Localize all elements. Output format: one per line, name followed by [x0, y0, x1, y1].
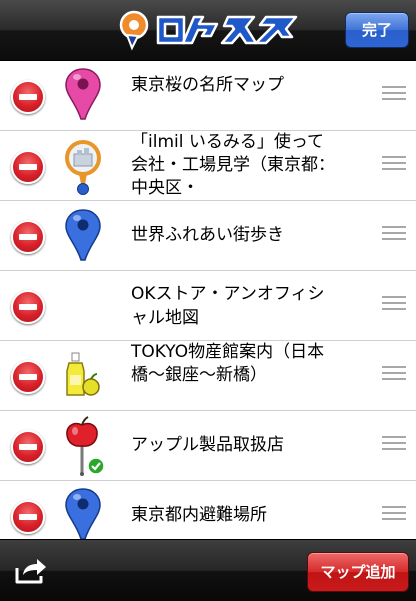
logo-pin-icon: [119, 10, 149, 51]
done-button[interactable]: 完了: [345, 12, 409, 48]
app-logo: [119, 10, 298, 51]
share-icon[interactable]: [14, 557, 48, 585]
map-title: 「ilmil いるみる」使って会社・工場見学（東京都：中央区・: [131, 132, 335, 198]
list-item[interactable]: TOKYO物産館案内（日本橋〜銀座〜新橋）: [0, 341, 416, 411]
bottom-toolbar: マップ追加: [0, 539, 416, 601]
apple-pin-check-icon: [66, 416, 105, 476]
map-title: 東京都内避難場所: [131, 505, 267, 525]
delete-button[interactable]: [11, 500, 45, 534]
list-item[interactable]: アップル製品取扱店: [0, 411, 416, 481]
reorder-handle[interactable]: [382, 506, 406, 524]
list-item[interactable]: 「ilmil いるみる」使って会社・工場見学（東京都：中央区・: [0, 131, 416, 201]
map-title: 東京桜の名所マップ: [131, 75, 284, 95]
map-title: アップル製品取扱店: [131, 435, 284, 455]
list-item[interactable]: 世界ふれあい街歩き: [0, 201, 416, 271]
magnifier-building-icon: [65, 140, 101, 195]
delete-button[interactable]: [11, 80, 45, 114]
reorder-handle[interactable]: [382, 296, 406, 314]
blue-map-pin-icon: [65, 488, 101, 540]
reorder-handle[interactable]: [382, 226, 406, 244]
reorder-handle[interactable]: [382, 366, 406, 384]
list-item[interactable]: 東京桜の名所マップ: [0, 61, 416, 131]
delete-button[interactable]: [11, 430, 45, 464]
pink-map-pin-icon: [65, 68, 101, 120]
delete-button[interactable]: [11, 220, 45, 254]
reorder-handle[interactable]: [382, 86, 406, 104]
map-title: OKストア・アンオフィシャル地図: [131, 284, 325, 328]
navigation-bar: 完了: [0, 0, 416, 61]
map-list: 東京桜の名所マップ 「ilmil いるみる」使って会社・工場見学（東京都：中央区…: [0, 61, 416, 551]
map-title: TOKYO物産館案内（日本橋〜銀座〜新橋）: [131, 342, 325, 385]
reorder-handle[interactable]: [382, 436, 406, 454]
list-item[interactable]: OKストア・アンオフィシャル地図: [0, 271, 416, 341]
delete-button[interactable]: [11, 150, 45, 184]
delete-button[interactable]: [11, 360, 45, 394]
map-title: 世界ふれあい街歩き: [131, 225, 284, 245]
delete-button[interactable]: [11, 290, 45, 324]
add-map-button[interactable]: マップ追加: [307, 552, 409, 592]
reorder-handle[interactable]: [382, 156, 406, 174]
bottle-apple-icon: [66, 352, 100, 396]
blue-map-pin-icon: [65, 209, 101, 261]
